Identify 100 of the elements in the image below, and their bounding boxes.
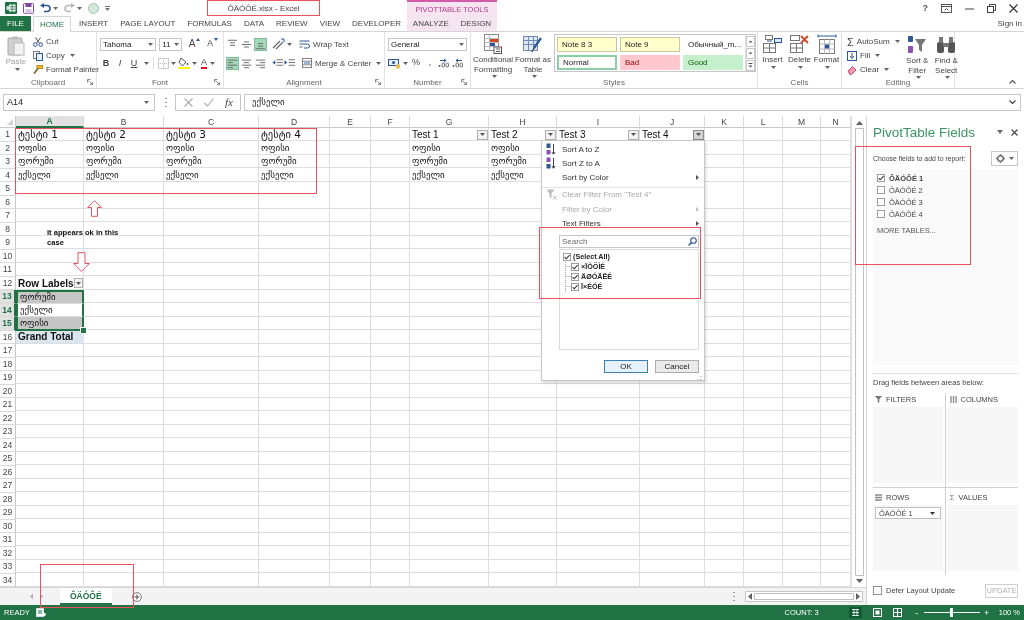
ribbon-tab[interactable]: FILE — [0, 16, 31, 31]
number-format-box[interactable]: General — [388, 37, 467, 51]
paint-bucket-icon[interactable] — [178, 57, 190, 69]
checkbox[interactable] — [571, 282, 579, 291]
font-color-button[interactable]: A — [199, 56, 217, 70]
cell-style-option[interactable]: Bad — [620, 55, 680, 70]
ribbon-tab[interactable]: VIEW — [313, 16, 347, 31]
page-layout-view-icon[interactable] — [872, 608, 882, 617]
row-header[interactable]: 25 — [0, 452, 16, 466]
checkbox[interactable] — [571, 272, 579, 281]
row-header[interactable]: 23 — [0, 425, 16, 439]
document-icon[interactable] — [36, 608, 46, 617]
next-sheet-icon[interactable] — [40, 594, 43, 599]
merge-center-button[interactable]: Merge & Center — [300, 56, 384, 70]
menu-item[interactable]: Sort Z to A — [542, 156, 704, 171]
insert-cells-button[interactable]: Insert — [759, 34, 786, 76]
cell-style-option[interactable]: Note 9 — [620, 37, 680, 52]
scrollbar-thumb[interactable] — [754, 593, 854, 600]
zoom-out-button[interactable]: - — [912, 607, 921, 618]
scroll-up-arrow-icon[interactable] — [855, 121, 863, 125]
row-header[interactable]: 1 — [0, 128, 16, 142]
shrink-font-button[interactable]: A — [205, 37, 220, 51]
italic-button[interactable]: I — [114, 56, 126, 70]
pane-options-caret-icon[interactable] — [997, 130, 1003, 134]
increase-decimal-icon[interactable] — [438, 58, 450, 68]
column-header[interactable]: E — [330, 116, 371, 128]
pivot-row-cell[interactable]: ოფისი — [16, 317, 84, 331]
row-header[interactable]: 27 — [0, 479, 16, 493]
cut-button[interactable]: Cut — [31, 35, 101, 48]
row-header[interactable]: 33 — [0, 560, 16, 574]
font-name-box[interactable]: Tahoma — [100, 37, 157, 51]
delete-cells-button[interactable]: Delete — [786, 34, 813, 76]
bottom-align-icon[interactable] — [254, 37, 267, 51]
row-header[interactable]: 5 — [0, 182, 16, 196]
row-header[interactable]: 15 — [0, 317, 16, 331]
page-break-view-icon[interactable] — [892, 608, 902, 617]
chevron-down-icon[interactable] — [1009, 100, 1016, 104]
zoom-slider-thumb[interactable] — [950, 608, 954, 617]
column-header[interactable]: M — [783, 116, 821, 128]
conditional-formatting-button[interactable]: Conditional Formatting — [472, 34, 514, 76]
ribbon-tab[interactable]: DATA — [237, 16, 271, 31]
column-header[interactable]: K — [705, 116, 744, 128]
row-header[interactable]: 7 — [0, 209, 16, 223]
filter-dropdown-button[interactable] — [73, 278, 83, 289]
column-header[interactable]: F — [371, 116, 410, 128]
format-as-table-button[interactable]: Format as Table — [514, 34, 552, 76]
restore-icon[interactable] — [987, 3, 996, 13]
column-header[interactable]: L — [744, 116, 783, 128]
checkbox[interactable] — [873, 586, 882, 595]
save-icon[interactable] — [23, 2, 34, 14]
percent-style-button[interactable]: % — [410, 56, 422, 70]
diagonal-lines-icon[interactable] — [272, 38, 285, 50]
comma-style-button[interactable]: , — [424, 56, 436, 70]
sort-filter-button[interactable]: Sort & Filter — [903, 35, 931, 76]
menu-item[interactable]: Sort A to Z — [542, 142, 704, 157]
font-size-box[interactable]: 11 — [159, 37, 182, 51]
filter-dropdown-button[interactable] — [477, 129, 488, 140]
help-button[interactable]: ? — [922, 3, 928, 13]
checkmark-icon[interactable] — [204, 97, 214, 107]
scrollbar-thumb[interactable] — [854, 128, 864, 576]
name-box[interactable]: A14 — [3, 93, 155, 111]
zoom-in-button[interactable]: + — [982, 607, 991, 618]
column-header[interactable]: G — [410, 116, 489, 128]
dropdown-caret-icon[interactable] — [105, 5, 110, 11]
row-header[interactable]: 29 — [0, 506, 16, 520]
ok-button[interactable]: OK — [604, 360, 648, 373]
copy-button[interactable]: Copy — [31, 49, 101, 62]
row-header[interactable]: 31 — [0, 533, 16, 547]
row-header[interactable]: 9 — [0, 236, 16, 250]
scroll-right-arrow-icon[interactable] — [856, 593, 860, 600]
column-header[interactable]: D — [259, 116, 330, 128]
right-align-icon[interactable] — [254, 56, 267, 70]
chevron-up-icon[interactable] — [1009, 79, 1016, 84]
row-header[interactable]: 13 — [0, 290, 16, 304]
dialog-launcher-icon[interactable] — [461, 79, 467, 85]
fill-button[interactable]: Fill — [845, 49, 902, 62]
find-select-button[interactable]: Find & Select — [932, 35, 960, 76]
grow-font-button[interactable]: A — [186, 37, 203, 51]
menu-item[interactable]: Text Filters — [542, 216, 704, 231]
column-header[interactable]: B — [84, 116, 164, 128]
insert-function-button[interactable]: fx — [225, 96, 233, 108]
format-cells-button[interactable]: Format — [813, 34, 840, 76]
banknote-icon[interactable] — [388, 57, 401, 69]
resize-grip-icon[interactable] — [697, 375, 702, 380]
ribbon-tab[interactable]: REVIEW — [270, 16, 314, 31]
undo-icon[interactable] — [40, 3, 51, 13]
column-header[interactable]: I — [557, 116, 640, 128]
pivot-row-cell[interactable]: ფორუმი — [16, 290, 84, 304]
window-caret-icon[interactable] — [941, 3, 952, 13]
cell-style-option[interactable]: Good — [683, 55, 743, 70]
cancel-button[interactable]: Cancel — [655, 360, 699, 373]
vertical-scrollbar[interactable] — [851, 116, 866, 587]
search-field[interactable]: Search — [559, 234, 699, 248]
row-header[interactable]: 21 — [0, 398, 16, 412]
row-header[interactable]: 11 — [0, 263, 16, 277]
fill-handle[interactable] — [80, 326, 87, 334]
wrap-text-button[interactable]: Wrap Text — [297, 37, 351, 51]
dialog-launcher-icon[interactable] — [375, 79, 381, 85]
checkbox[interactable] — [877, 198, 885, 206]
ribbon-tab[interactable]: INSERT — [73, 16, 115, 31]
